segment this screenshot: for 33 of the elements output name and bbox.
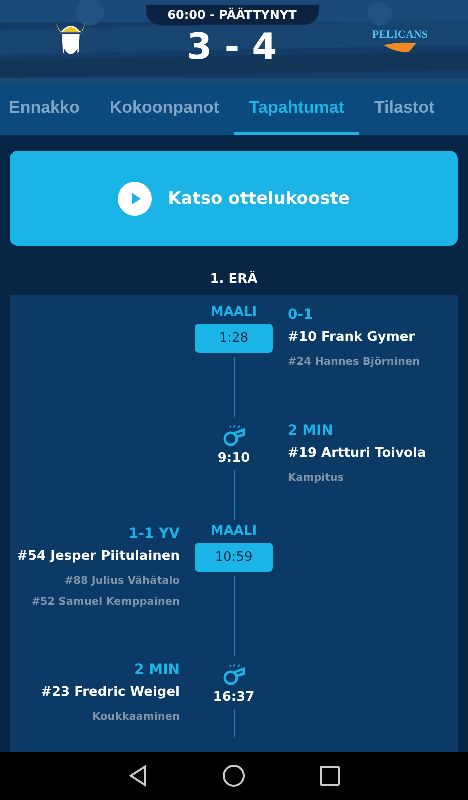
period-title: 1. ERÄ [209,270,259,289]
goal-time: 10:59 [195,543,273,572]
match-status: 60:00 - PÄÄTTYNYT [146,4,319,24]
event-detail: Koukkaaminen [92,710,180,725]
player-name: #23 Fredric Weigel [41,684,180,702]
event-title: 0-1 [288,307,314,323]
highlights-button[interactable]: Katso ottelukooste [10,151,458,246]
tab[interactable]: Tapahtumat [234,84,360,135]
tab[interactable]: Ennakko [0,84,95,135]
play-icon [118,182,152,216]
event-type: MAALI [210,524,258,539]
player-name: #10 Frank Gymer [288,329,416,347]
player-name: #54 Jesper Piitulainen [17,548,180,566]
event-title: 2 MIN [288,423,334,439]
goal-time: 1:28 [195,324,273,353]
event-title: 1-1 YV [128,526,180,542]
event-detail: #88 Julius Vähätalo [64,574,180,589]
penalty-time: 16:37 [213,690,255,705]
event-type: MAALI [210,305,258,320]
whistle-icon [222,664,246,686]
event-detail: #24 Hannes Björninen [288,355,422,370]
home-icon[interactable] [222,764,246,788]
tab[interactable]: Tilastot [359,84,450,135]
event-detail: Kampitus [288,471,346,486]
tab[interactable]: Kokoonpanot [94,84,234,135]
player-name: #19 Artturi Toivola [288,445,428,463]
team-logo: PELICANS [372,29,428,55]
score: 3 - 4 [187,26,278,68]
whistle-icon [222,425,246,447]
event-detail: #52 Samuel Kemppainen [32,595,180,610]
recents-icon[interactable] [318,764,342,788]
penalty-time: 9:10 [218,451,250,466]
event-title: 2 MIN [134,662,180,678]
